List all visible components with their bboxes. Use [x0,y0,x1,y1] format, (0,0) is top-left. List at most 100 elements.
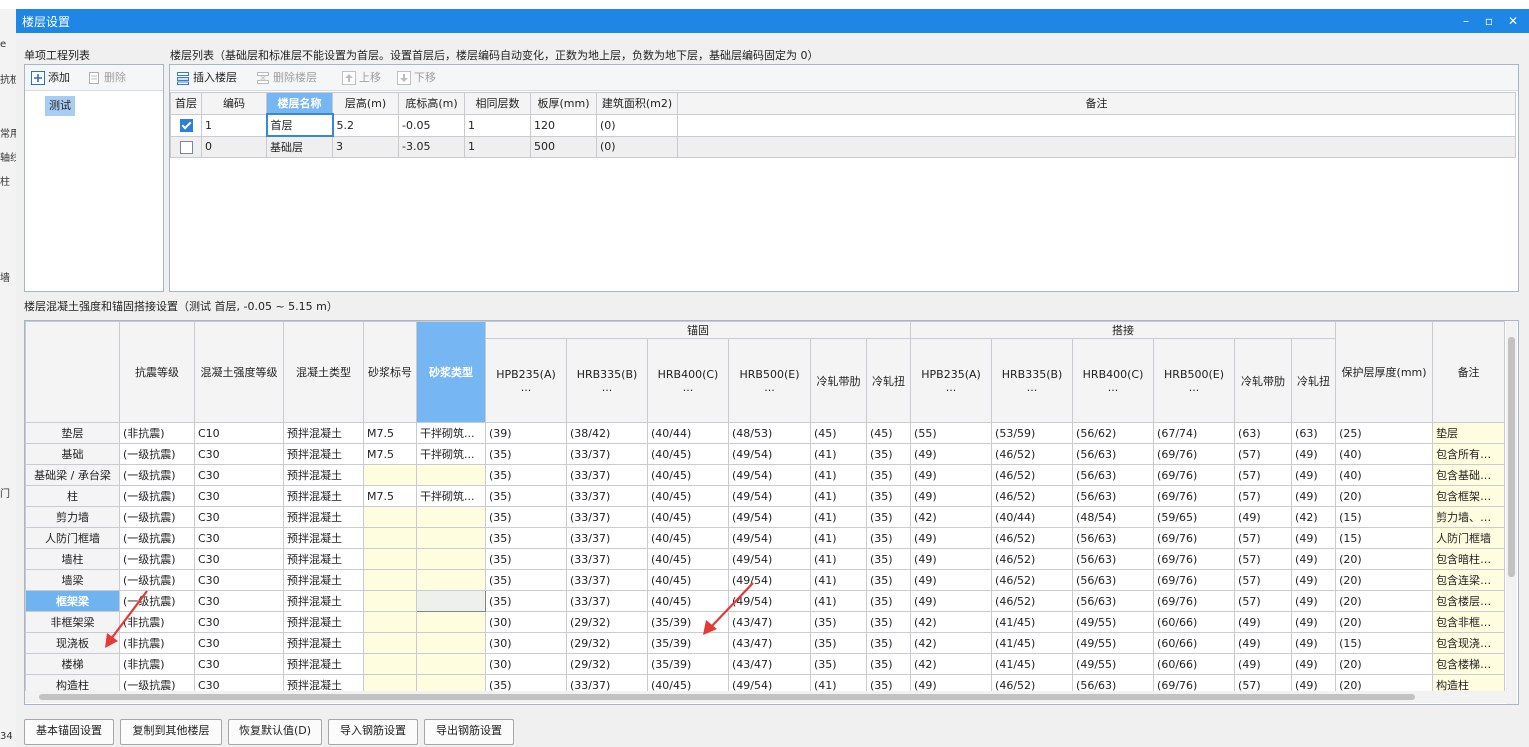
anchor-hrb335-cell[interactable]: (29/32) [566,653,648,675]
lap-crb-cell[interactable]: (63) [1234,422,1293,444]
note-cell[interactable]: 垫层 [1432,422,1506,444]
lap-ctb-cell[interactable]: (63) [1291,422,1337,444]
anchor-hrb335-cell[interactable]: (33/37) [566,569,648,591]
mortar-grade-cell[interactable] [363,527,417,549]
lap-hpb235-cell[interactable]: (42) [910,506,993,528]
lap-crb-cell[interactable]: (49) [1234,653,1293,675]
concrete-type-cell[interactable]: 预拌混凝土 [283,527,364,549]
anchor-ctb-cell[interactable]: (35) [865,611,912,633]
lap-crb-cell[interactable]: (57) [1234,569,1293,591]
cover-cell[interactable]: (20) [1335,485,1434,507]
floor-code-cell[interactable]: 0 [201,135,267,158]
floor-height-cell[interactable]: 5.2 [332,113,399,137]
maximize-button[interactable]: ▫ [1478,11,1500,31]
floor-row[interactable]: 0 基础层 3 -3.05 1 500 (0) [170,135,1516,158]
col-header-mortar-type[interactable]: 砂浆类型 [416,321,486,423]
lap-hpb235-cell[interactable]: (49) [910,443,993,465]
row-header[interactable]: 框架梁 [25,590,120,612]
lap-ctb-cell[interactable]: (49) [1291,464,1337,486]
anchor-hrb335-cell[interactable]: (29/32) [566,632,648,654]
anchor-hpb235-cell[interactable]: (35) [485,548,567,570]
lap-hrb400-cell[interactable]: (56/63) [1072,443,1155,465]
export-rebar-settings-button[interactable]: 导出钢筋设置 [424,719,514,745]
vertical-scrollbar[interactable] [1506,321,1517,704]
anchor-hrb500-cell[interactable]: (49/54) [728,485,811,507]
lap-hrb335-cell[interactable]: (46/52) [991,590,1074,612]
anchor-hrb500-cell[interactable]: (43/47) [728,653,811,675]
mortar-type-cell[interactable] [416,548,486,570]
cover-cell[interactable]: (15) [1335,506,1434,528]
anchor-hrb400-cell[interactable]: (35/39) [647,611,729,633]
cover-cell[interactable]: (20) [1335,548,1434,570]
note-cell[interactable]: 包含楼层框架 [1432,590,1506,612]
lap-hrb335-cell[interactable]: (46/52) [991,485,1074,507]
anchor-hpb235-cell[interactable]: (35) [485,569,567,591]
mortar-grade-cell[interactable]: M7.5 [363,485,417,507]
lap-hrb335-cell[interactable]: (53/59) [991,422,1074,444]
anchor-hpb235-cell[interactable]: (35) [485,527,567,549]
concrete-type-cell[interactable]: 预拌混凝土 [283,590,364,612]
anchor-hrb335-cell[interactable]: (33/37) [566,443,648,465]
lap-crb-cell[interactable]: (57) [1234,527,1293,549]
lap-hrb500-cell[interactable]: (59/65) [1153,506,1236,528]
cover-cell[interactable]: (15) [1335,527,1434,549]
concrete-type-cell[interactable]: 预拌混凝土 [283,569,364,591]
lap-hrb500-cell[interactable]: (69/76) [1153,443,1236,465]
add-project-button[interactable]: 添加 [31,69,70,85]
concrete-grade-cell[interactable]: C30 [194,506,284,528]
lap-hrb500-cell[interactable]: (60/66) [1153,611,1236,633]
anchor-hrb400-cell[interactable]: (40/45) [647,527,729,549]
lap-ctb-cell[interactable]: (49) [1291,527,1337,549]
concrete-grade-cell[interactable]: C30 [194,569,284,591]
delete-floor-button[interactable]: 删除楼层 [256,69,317,85]
anchor-hpb235-cell[interactable]: (35) [485,506,567,528]
mortar-type-cell[interactable] [416,611,486,633]
lap-hrb500-cell[interactable]: (69/76) [1153,464,1236,486]
strength-row[interactable]: 墙梁 (一级抗震) C30 预拌混凝土 (35) (33/37) (40/45) (49/54… [25,569,1506,591]
lap-hpb235-cell[interactable]: (55) [910,422,993,444]
concrete-grade-cell[interactable]: C30 [194,590,284,612]
strength-row[interactable]: 人防门框墙 (一级抗震) C30 预拌混凝土 (35) (33/37) (40/45) (49… [25,527,1506,549]
anchor-hrb400-cell[interactable]: (40/45) [647,569,729,591]
concrete-grade-cell[interactable]: C30 [194,611,284,633]
insert-floor-button[interactable]: 插入楼层 [176,69,237,85]
lap-hrb500-cell[interactable]: (69/76) [1153,590,1236,612]
col-header-floor-name[interactable]: 楼层名称 [266,92,333,115]
note-cell[interactable]: 包含框架柱、 [1432,485,1506,507]
note-cell[interactable]: 人防门框墙 [1432,527,1506,549]
row-header[interactable]: 柱 [25,485,120,507]
floor-same-cell[interactable]: 1 [464,113,531,137]
anchor-hrb500-cell[interactable]: (43/47) [728,611,811,633]
lap-hrb400-cell[interactable]: (49/55) [1072,632,1155,654]
lap-hrb335-cell[interactable]: (46/52) [991,569,1074,591]
anchor-ctb-cell[interactable]: (35) [865,506,912,528]
anchor-ctb-cell[interactable]: (35) [865,548,912,570]
concrete-grade-cell[interactable]: C30 [194,632,284,654]
lap-ctb-cell[interactable]: (49) [1291,653,1337,675]
seismic-cell[interactable]: (一级抗震) [119,485,195,507]
cover-cell[interactable]: (40) [1335,464,1434,486]
lap-hpb235-cell[interactable]: (49) [910,527,993,549]
seismic-cell[interactable]: (一级抗震) [119,548,195,570]
lap-ctb-cell[interactable]: (49) [1291,548,1337,570]
anchor-hrb335-cell[interactable]: (33/37) [566,527,648,549]
concrete-type-cell[interactable]: 预拌混凝土 [283,653,364,675]
lap-hrb400-cell[interactable]: (56/62) [1072,422,1155,444]
title-bar[interactable]: 楼层设置 – ▫ ✕ [16,9,1529,33]
floor-name-cell[interactable]: 首层 [265,113,334,137]
anchor-hrb400-cell[interactable]: (40/45) [647,548,729,570]
strength-row[interactable]: 框架梁 (一级抗震) C30 预拌混凝土 (35) (33/37) (40/45) (49/5… [25,590,1506,612]
lap-ctb-cell[interactable]: (49) [1291,485,1337,507]
anchor-hrb500-cell[interactable]: (49/54) [728,464,811,486]
anchor-hrb500-cell[interactable]: (43/47) [728,632,811,654]
anchor-ctb-cell[interactable]: (35) [865,653,912,675]
close-button[interactable]: ✕ [1502,11,1524,31]
row-header[interactable]: 剪力墙 [25,506,120,528]
horizontal-scrollbar[interactable] [25,691,1506,703]
anchor-ctb-cell[interactable]: (35) [865,485,912,507]
first-floor-checkbox[interactable] [179,140,193,154]
cover-cell[interactable]: (20) [1335,653,1434,675]
anchor-hpb235-cell[interactable]: (30) [485,632,567,654]
first-floor-checkbox[interactable] [179,118,193,132]
strength-row[interactable]: 非框架梁 (非抗震) C30 预拌混凝土 (30) (29/32) (35/39) (43/4… [25,611,1506,633]
